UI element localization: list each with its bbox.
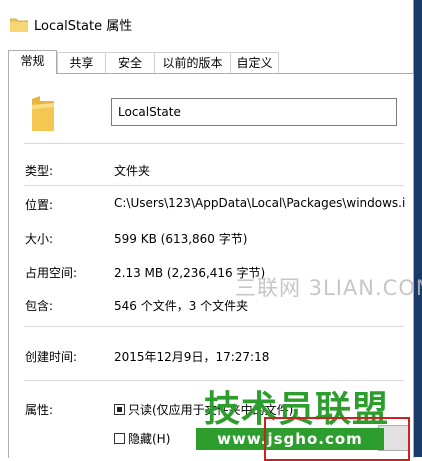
divider (24, 143, 404, 144)
hidden-checkbox[interactable] (114, 433, 125, 444)
folder-name-input[interactable]: LocalState (111, 98, 397, 126)
created-label: 创建时间: (25, 350, 78, 364)
created-value: 2015年12月9日，17:27:18 (114, 350, 270, 364)
tab-sharing[interactable]: 共享 (57, 52, 106, 73)
contains-label: 包含: (25, 299, 54, 313)
size-on-disk-label: 占用空间: (25, 266, 78, 280)
tab-general[interactable]: 常规 (8, 50, 57, 74)
folder-icon (10, 18, 28, 32)
location-value: C:\Users\123\AppData\Local\Packages\wind… (114, 196, 406, 210)
watermark-text: 三联网 3LIAN.COM (235, 276, 422, 300)
readonly-checkbox[interactable] (114, 404, 125, 415)
contains-value: 546 个文件，3 个文件夹 (114, 299, 249, 313)
type-value: 文件夹 (114, 164, 151, 178)
window-title: LocalState 属性 (34, 19, 133, 34)
size-value: 599 KB (613,860 字节) (114, 232, 248, 246)
large-folder-icon (32, 96, 54, 131)
divider (24, 326, 404, 327)
type-label: 类型: (25, 164, 54, 178)
tab-previous-versions[interactable]: 以前的版本 (154, 52, 231, 73)
divider (24, 185, 404, 186)
tab-security[interactable]: 安全 (105, 52, 155, 73)
location-label: 位置: (25, 198, 54, 212)
title-bar: LocalState 属性 (0, 0, 413, 46)
attributes-label: 属性: (25, 403, 54, 417)
properties-dialog: LocalState 属性 常规 共享 安全 以前的版本 自定义 LocalSt… (0, 0, 422, 461)
hidden-label[interactable]: 隐藏(H) (128, 430, 170, 447)
highlight-box (264, 417, 410, 461)
size-label: 大小: (25, 232, 54, 246)
tab-customize[interactable]: 自定义 (230, 52, 279, 73)
